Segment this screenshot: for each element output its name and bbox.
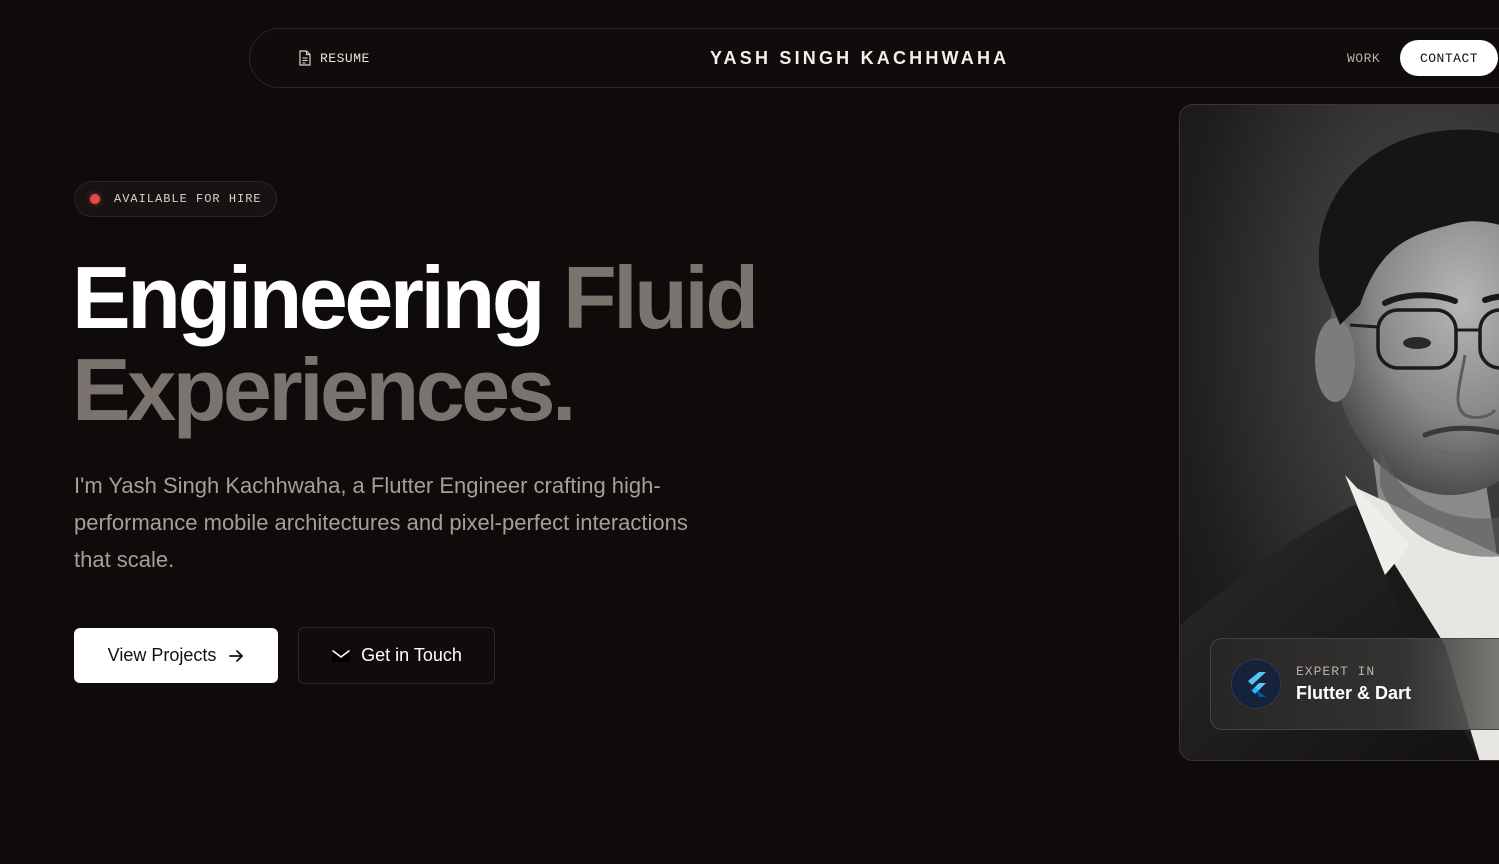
top-nav: RESUME YASH SINGH KACHHWAHA WORK CONTACT (249, 28, 1499, 88)
expert-label: EXPERT IN (1296, 664, 1376, 679)
page: RESUME YASH SINGH KACHHWAHA WORK CONTACT… (0, 0, 1499, 864)
site-title[interactable]: YASH SINGH KACHHWAHA (710, 29, 1009, 87)
get-in-touch-label: Get in Touch (361, 645, 462, 665)
arrow-right-icon (229, 649, 244, 662)
contact-button[interactable]: CONTACT (1400, 40, 1498, 76)
headline-line-experiences: Experiences. (72, 340, 577, 439)
hero-headline: Engineering Fluid Experiences. (72, 252, 872, 436)
resume-link[interactable]: RESUME (298, 29, 370, 87)
hero-intro: I'm Yash Singh Kachhwaha, a Flutter Engi… (74, 473, 688, 572)
status-dot (90, 194, 100, 204)
resume-label: RESUME (320, 50, 370, 66)
get-in-touch-button[interactable]: Get in Touch (298, 627, 495, 684)
view-projects-label: View Projects (107, 645, 217, 665)
expert-value: Flutter & Dart (1296, 683, 1412, 703)
view-projects-button[interactable]: View Projects (74, 628, 278, 683)
expert-text: EXPERT IN Flutter & Dart (1296, 664, 1411, 704)
flutter-logo-icon (1248, 672, 1266, 697)
availability-text: AVAILABLE FOR HIRE (114, 192, 262, 206)
flutter-badge (1231, 659, 1281, 709)
expert-card: EXPERT IN Flutter & Dart (1210, 638, 1499, 730)
availability-badge: AVAILABLE FOR HIRE (74, 181, 277, 217)
work-link[interactable]: WORK (1347, 29, 1380, 87)
document-icon (299, 50, 311, 66)
headline-word-fluid: Fluid (562, 248, 759, 347)
headline-word-engineering: Engineering (72, 248, 546, 347)
expert-divider (1491, 665, 1492, 705)
mail-icon (332, 649, 351, 662)
